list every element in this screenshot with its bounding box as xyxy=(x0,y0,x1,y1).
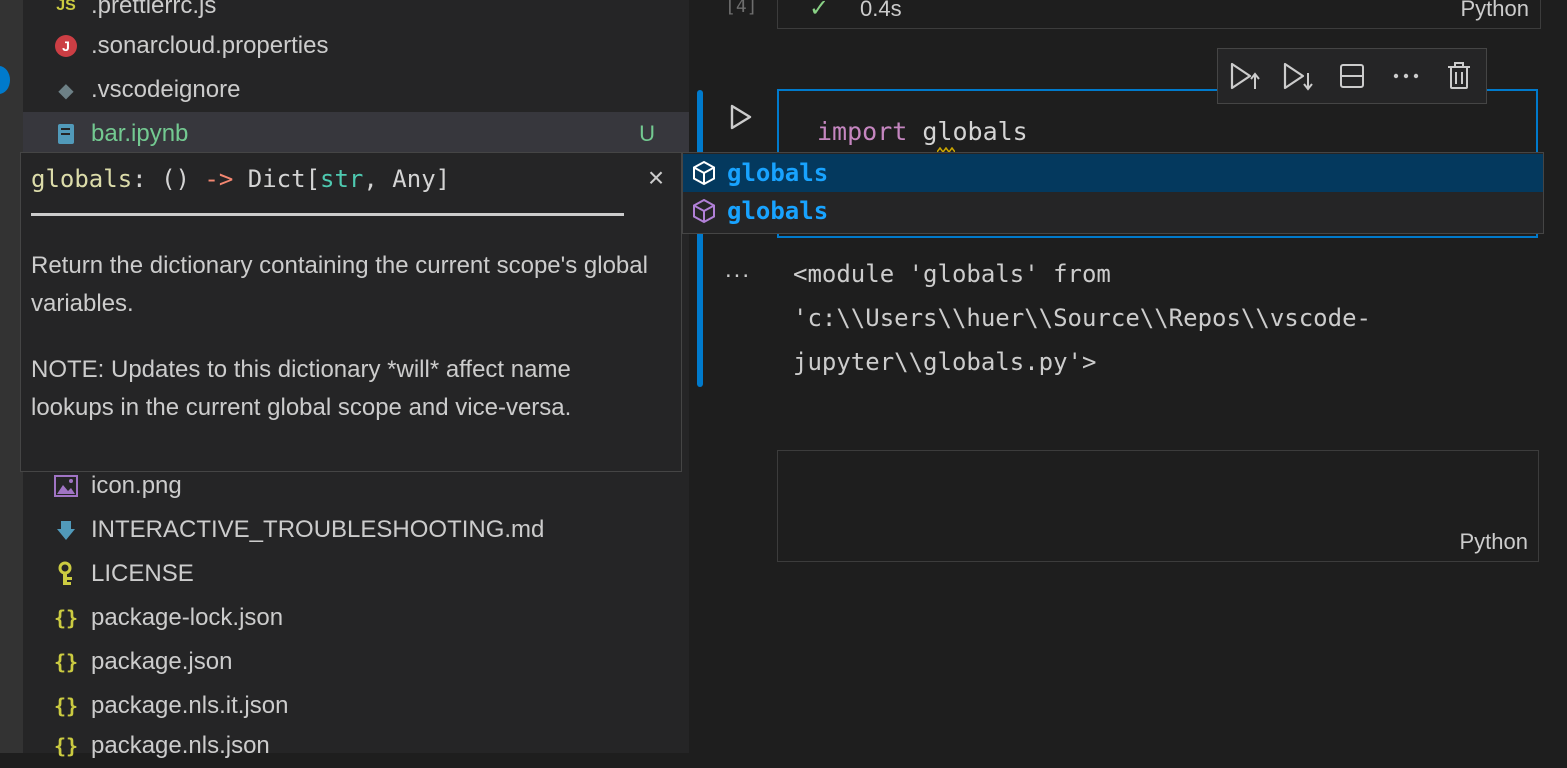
license-icon xyxy=(53,561,79,587)
notebook-editor: [4] ✓ 0.4s Python import globals ... <mo… xyxy=(689,0,1567,753)
suggest-widget: globals globals xyxy=(682,152,1544,234)
file-item-package-json[interactable]: {} package.json xyxy=(23,640,689,684)
output-line: <module 'globals' from xyxy=(793,260,1111,288)
file-name: package.nls.it.json xyxy=(91,692,289,719)
cell-language-label[interactable]: Python xyxy=(1461,0,1530,22)
file-item-license[interactable]: LICENSE xyxy=(23,552,689,596)
module-icon xyxy=(693,160,715,186)
play-icon xyxy=(730,104,752,130)
file-name: .vscodeignore xyxy=(91,76,241,103)
file-item-bar-ipynb[interactable]: bar.ipynb U xyxy=(23,112,689,156)
cell-output: <module 'globals' from 'c:\\Users\\huer\… xyxy=(793,252,1513,384)
cell-language-label[interactable]: Python xyxy=(1460,529,1529,555)
cell-focus-indicator xyxy=(697,90,703,387)
divider xyxy=(31,213,624,216)
suggest-item[interactable]: globals xyxy=(683,154,1543,192)
signature-doc-popup: globals: () -> Dict[str, Any] × Return t… xyxy=(20,152,682,472)
file-item-package-nls[interactable]: {} package.nls.json xyxy=(23,724,689,768)
markdown-icon xyxy=(53,517,79,543)
suggest-label: globals xyxy=(727,197,829,225)
file-item-sonarcloud[interactable]: J .sonarcloud.properties xyxy=(23,24,689,68)
doc-note: NOTE: Updates to this dictionary *will* … xyxy=(31,356,572,421)
file-name: INTERACTIVE_TROUBLESHOOTING.md xyxy=(91,516,545,543)
code-line[interactable]: import globals xyxy=(817,117,1028,146)
file-name: package.json xyxy=(91,648,233,675)
file-name: package-lock.json xyxy=(91,604,284,631)
file-item-troubleshooting-md[interactable]: INTERACTIVE_TROUBLESHOOTING.md xyxy=(23,508,689,552)
java-icon: J xyxy=(53,33,79,59)
code-identifier: globals xyxy=(922,117,1028,146)
image-icon xyxy=(53,473,79,499)
more-actions-button[interactable] xyxy=(1379,49,1433,103)
delete-icon xyxy=(1448,62,1471,89)
suggest-label: globals xyxy=(727,159,829,187)
more-actions-icon xyxy=(1393,73,1418,79)
output-collapse-button[interactable]: ... xyxy=(725,256,751,284)
split-cell-icon xyxy=(1339,64,1364,88)
split-cell-button[interactable] xyxy=(1325,49,1379,103)
execution-duration: 0.4s xyxy=(860,0,902,21)
empty-code-cell[interactable]: Python xyxy=(777,450,1539,562)
git-status-badge: U xyxy=(639,121,655,146)
file-name: package.nls.json xyxy=(91,732,270,759)
file-item-package-nls-it[interactable]: {} package.nls.it.json xyxy=(23,684,689,728)
run-cell-button[interactable] xyxy=(727,102,755,132)
close-icon[interactable]: × xyxy=(641,162,671,193)
file-item-package-lock[interactable]: {} package-lock.json xyxy=(23,596,689,640)
json-icon: {} xyxy=(53,694,79,718)
delete-cell-button[interactable] xyxy=(1432,49,1486,103)
doc-description: Return the dictionary containing the cur… xyxy=(31,252,648,317)
cell-toolbar xyxy=(1217,48,1487,104)
notebook-icon xyxy=(53,121,79,147)
execute-above-icon xyxy=(1230,62,1260,90)
js-icon: JS xyxy=(56,0,76,14)
json-icon: {} xyxy=(53,734,79,758)
module-icon xyxy=(693,198,715,224)
execute-below-icon xyxy=(1284,62,1314,91)
suggest-item[interactable]: globals xyxy=(683,192,1543,230)
git-icon: ◆ xyxy=(58,79,74,102)
execute-below-button[interactable] xyxy=(1272,49,1326,103)
json-icon: {} xyxy=(53,650,79,674)
file-name: LICENSE xyxy=(91,560,194,587)
file-name: bar.ipynb xyxy=(91,120,189,147)
file-item-vscodeignore[interactable]: ◆ .vscodeignore xyxy=(23,68,689,112)
file-name: .sonarcloud.properties xyxy=(91,32,329,59)
execute-above-button[interactable] xyxy=(1218,49,1272,103)
function-signature: globals: () -> Dict[str, Any] xyxy=(31,165,451,193)
success-check-icon: ✓ xyxy=(809,0,830,22)
execution-count: [4] xyxy=(725,0,758,17)
json-icon: {} xyxy=(53,606,79,630)
code-keyword: import xyxy=(817,117,908,146)
file-name: .prettierrc.js xyxy=(91,0,217,19)
output-line: 'c:\\Users\\huer\\Source\\Repos\\vscode- xyxy=(793,304,1371,332)
file-name: icon.png xyxy=(91,472,182,499)
output-line: jupyter\\globals.py'> xyxy=(793,348,1097,376)
